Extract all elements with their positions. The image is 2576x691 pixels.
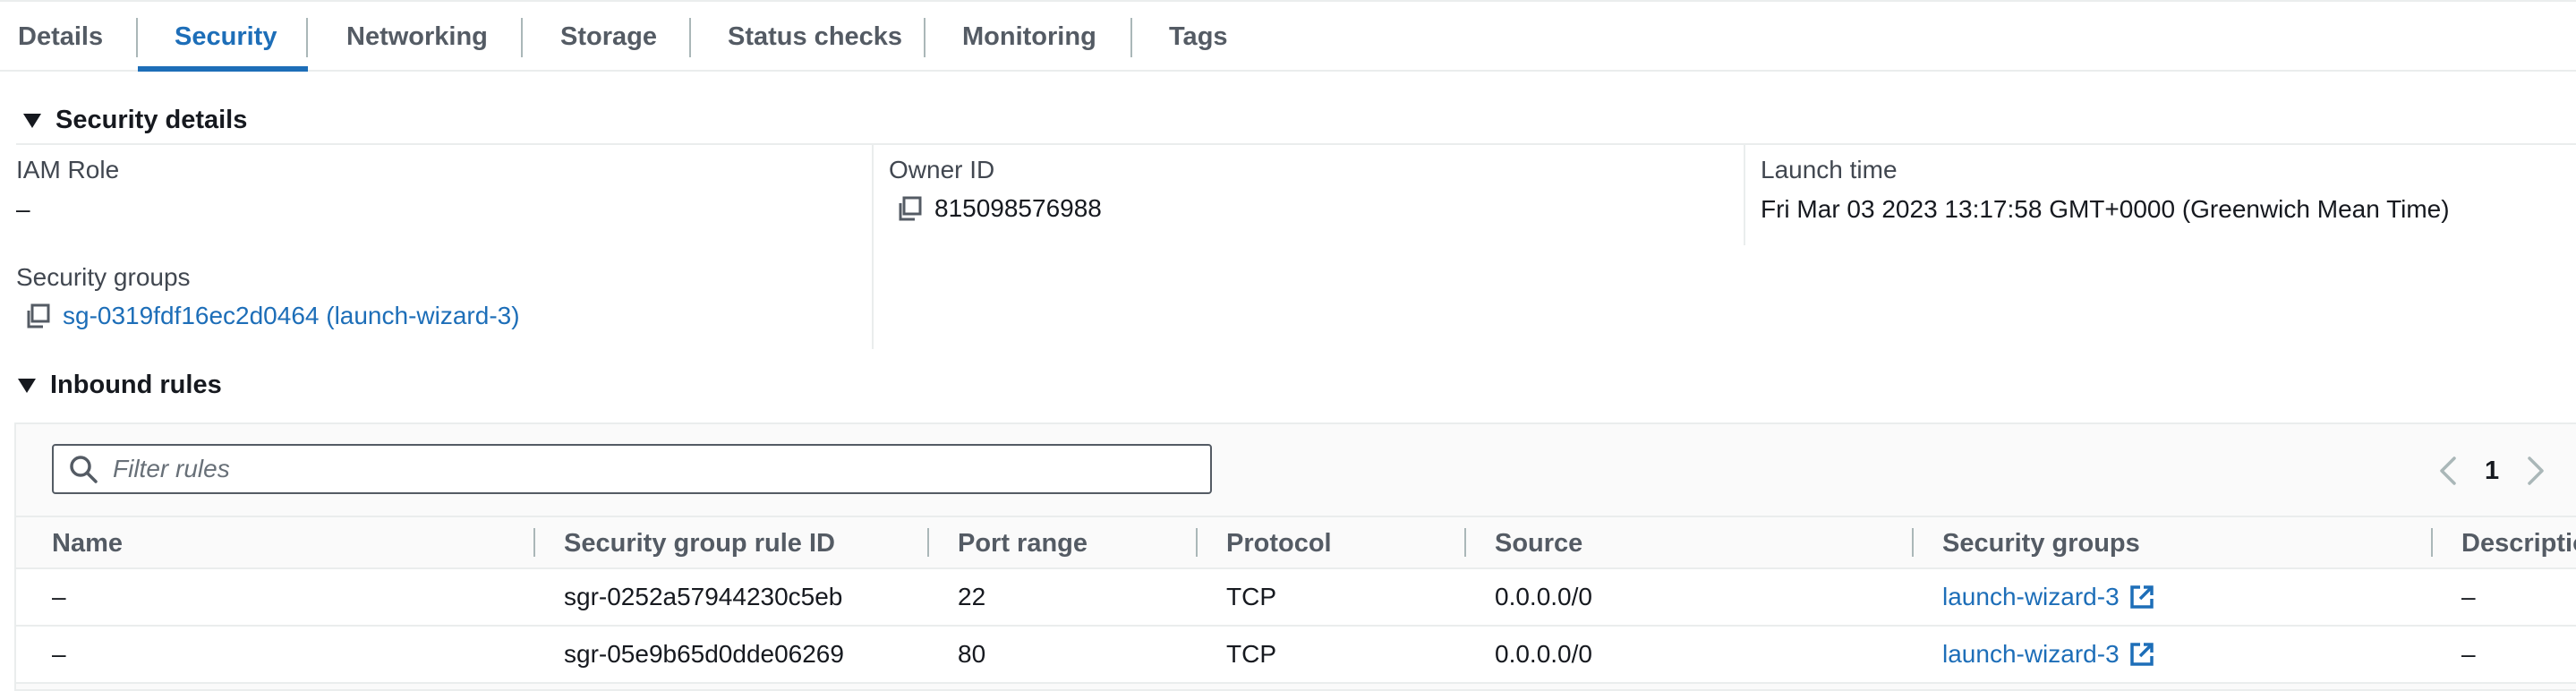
tab-divider (924, 18, 925, 57)
rule-security-group: launch-wizard-3 (1942, 569, 2155, 625)
iam-role-label: IAM Role (16, 156, 120, 183)
page-number[interactable]: 1 (2485, 456, 2499, 486)
divider (16, 143, 2576, 145)
column-resizer[interactable] (533, 528, 535, 557)
column-resizer[interactable] (927, 528, 929, 557)
security-groups-value: sg-0319fdf16ec2d0464 (launch-wizard-3) (23, 302, 520, 330)
tab-monitoring[interactable]: Monitoring (962, 2, 1096, 72)
rule-security-group: launch-wizard-3 (1942, 627, 2155, 682)
column-header-description[interactable]: Descriptio (2461, 517, 2576, 569)
tab-details[interactable]: Details (18, 2, 103, 72)
owner-id-label: Owner ID (889, 156, 995, 183)
external-link-icon[interactable] (2128, 584, 2155, 610)
tab-divider (689, 18, 691, 57)
column-divider (872, 145, 874, 349)
tab-storage[interactable]: Storage (560, 2, 657, 72)
tab-status-checks[interactable]: Status checks (728, 2, 902, 72)
iam-role-value: – (16, 195, 30, 223)
column-resizer[interactable] (2431, 528, 2433, 557)
filter-rules-input[interactable] (111, 454, 1185, 484)
instance-tabs: Details Security Networking Storage Stat… (0, 0, 2576, 72)
rule-protocol: TCP (1226, 640, 1276, 668)
security-group-link[interactable]: sg-0319fdf16ec2d0464 (launch-wizard-3) (63, 302, 520, 330)
rule-description: – (2461, 583, 2476, 610)
security-group-link[interactable]: launch-wizard-3 (1942, 640, 2120, 669)
rule-name: – (52, 583, 66, 610)
tab-divider (306, 18, 308, 57)
caret-down-icon (23, 114, 41, 128)
column-header-protocol[interactable]: Protocol (1226, 517, 1332, 569)
rules-table-header: Name Security group rule ID Port range P… (16, 516, 2576, 569)
launch-time-value: Fri Mar 03 2023 13:17:58 GMT+0000 (Green… (1761, 195, 2450, 223)
security-group-link[interactable]: launch-wizard-3 (1942, 583, 2120, 611)
inbound-rules-header[interactable]: Inbound rules (18, 369, 222, 401)
external-link-icon[interactable] (2128, 641, 2155, 668)
rule-name: – (52, 640, 66, 668)
copy-icon[interactable] (895, 194, 924, 223)
column-header-port-range[interactable]: Port range (958, 517, 1088, 569)
filter-rules-field[interactable] (52, 444, 1212, 494)
rule-id: sgr-0252a57944230c5eb (564, 583, 843, 610)
tab-tags[interactable]: Tags (1169, 2, 1228, 72)
column-resizer[interactable] (1464, 528, 1466, 557)
tab-divider (521, 18, 523, 57)
chevron-left-icon[interactable] (2436, 455, 2461, 487)
tab-divider (1130, 18, 1132, 57)
column-resizer[interactable] (1196, 528, 1198, 557)
search-icon (68, 454, 98, 484)
tab-security[interactable]: Security (175, 2, 277, 72)
rule-id: sgr-05e9b65d0dde06269 (564, 640, 844, 668)
column-resizer[interactable] (1912, 528, 1914, 557)
chevron-right-icon[interactable] (2522, 455, 2547, 487)
column-header-source[interactable]: Source (1495, 517, 1582, 569)
rule-source: 0.0.0.0/0 (1495, 640, 1592, 668)
rule-description: – (2461, 640, 2476, 668)
caret-down-icon (18, 379, 36, 393)
launch-time-label: Launch time (1761, 156, 1898, 183)
security-details-header[interactable]: Security details (23, 104, 247, 136)
column-divider (1744, 145, 1745, 245)
column-header-name[interactable]: Name (52, 517, 123, 569)
rule-port-range: 80 (958, 640, 986, 668)
security-details-title: Security details (55, 105, 248, 134)
rule-protocol: TCP (1226, 583, 1276, 610)
rule-port-range: 22 (958, 583, 986, 610)
column-header-rule-id[interactable]: Security group rule ID (564, 517, 835, 569)
inbound-rules-title: Inbound rules (50, 370, 222, 399)
copy-icon[interactable] (23, 302, 52, 330)
table-row: – sgr-05e9b65d0dde06269 80 TCP 0.0.0.0/0… (16, 627, 2576, 684)
owner-id-text: 815098576988 (934, 194, 1102, 222)
rule-source: 0.0.0.0/0 (1495, 583, 1592, 610)
tab-networking[interactable]: Networking (346, 2, 488, 72)
owner-id-value: 815098576988 (895, 194, 1102, 223)
security-groups-label: Security groups (16, 263, 191, 291)
table-row: – sgr-0252a57944230c5eb 22 TCP 0.0.0.0/0… (16, 569, 2576, 627)
column-header-security-groups[interactable]: Security groups (1942, 517, 2140, 569)
active-tab-indicator (138, 66, 308, 72)
tab-divider (136, 18, 138, 57)
pagination: 1 (2436, 446, 2547, 496)
